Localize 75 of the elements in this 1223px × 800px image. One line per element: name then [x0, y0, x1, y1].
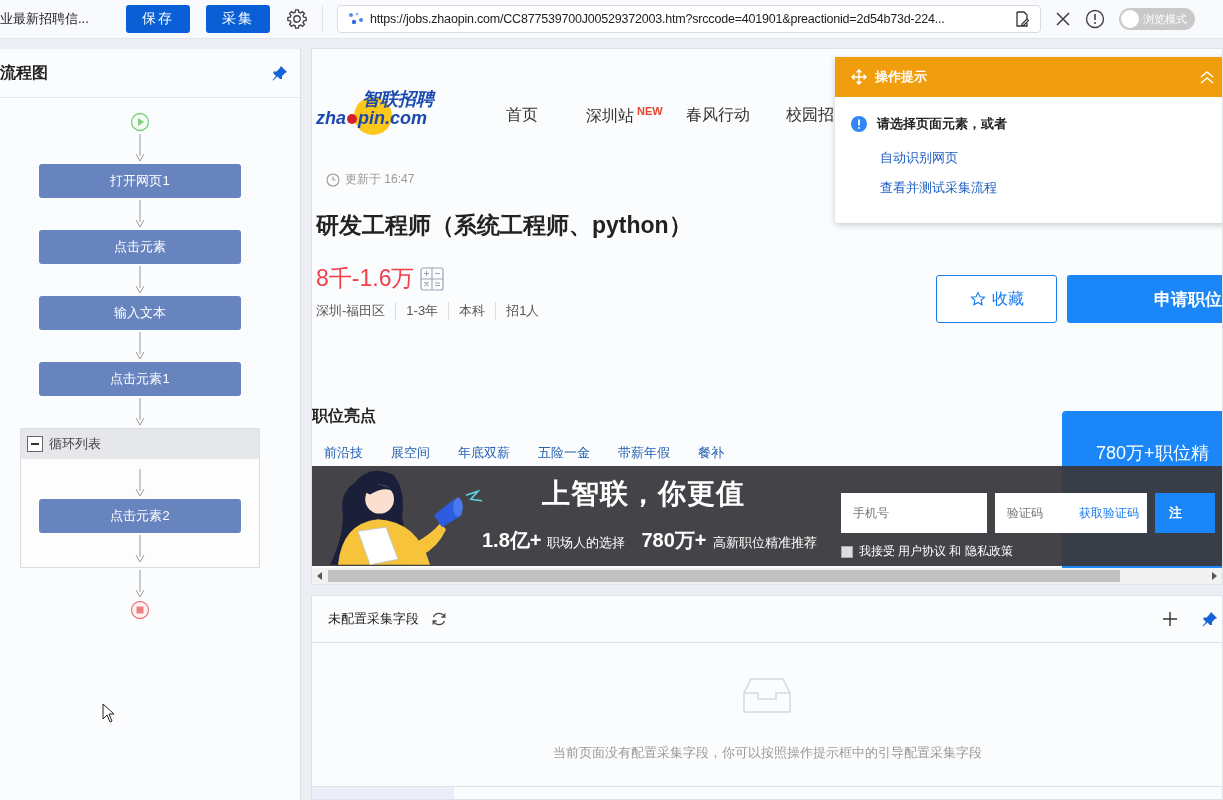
job-detail: 招1人: [495, 302, 550, 320]
popup-link[interactable]: 自动识别网页: [880, 149, 958, 167]
pin-icon[interactable]: [272, 65, 288, 81]
alert-icon: [851, 116, 867, 132]
refresh-icon[interactable]: [431, 611, 447, 627]
flow-step[interactable]: 输入文本: [39, 296, 241, 330]
highlight-tag: 前沿技: [324, 445, 363, 462]
connector-arrow: [135, 134, 145, 162]
highlight-tag: 餐补: [698, 445, 724, 462]
nav-link[interactable]: 春风行动: [686, 104, 786, 128]
job-detail: 本科: [448, 302, 496, 320]
empty-message: 当前页面没有配置采集字段，你可以按照操作提示框中的引导配置采集字段: [552, 743, 982, 762]
agree-text: 我接受 用户协议 和 隐私政策: [858, 543, 1013, 560]
horizontal-scrollbar[interactable]: [312, 568, 1222, 584]
task-title: 业最新招聘信...: [0, 10, 90, 28]
panel-title: 流程图: [0, 62, 48, 83]
popup-title: 操作提示: [875, 68, 927, 86]
get-code-link[interactable]: 获取验证码: [1078, 504, 1139, 522]
settings-icon[interactable]: [286, 8, 308, 30]
info-icon[interactable]: [1085, 9, 1105, 29]
dots-icon: [348, 12, 364, 26]
edit-page-icon[interactable]: [1014, 11, 1030, 27]
nav-link[interactable]: 深圳站 $^{NEW}$: [586, 104, 686, 128]
phone-field[interactable]: 手机号: [840, 493, 987, 533]
register-button[interactable]: 注: [1154, 493, 1215, 533]
connector-arrow: [135, 398, 145, 426]
add-icon[interactable]: [1162, 611, 1178, 627]
connector-arrow: [135, 332, 145, 360]
update-time: 更新于 16:47: [345, 171, 415, 188]
nav-link[interactable]: 首页: [506, 104, 586, 128]
star-icon: [969, 291, 986, 307]
save-button[interactable]: 保存: [126, 5, 190, 33]
loop-header[interactable]: 循环列表: [21, 429, 259, 459]
connector-arrow: [135, 266, 145, 294]
connector-arrow: [135, 469, 145, 497]
code-field[interactable]: 验证码 获取验证码: [994, 493, 1147, 533]
end-icon[interactable]: [130, 600, 150, 620]
popup-message: 请选择页面元素，或者: [877, 115, 1007, 133]
banner-headline: 上智联，你更值: [542, 477, 746, 511]
flow-step[interactable]: 点击元素1: [39, 362, 241, 396]
highlight-tag: 展空间: [391, 445, 430, 462]
highlight-tag: 带薪年假: [618, 445, 670, 462]
favorite-button[interactable]: 收藏: [936, 275, 1057, 323]
flow-step[interactable]: 点击元素2: [39, 499, 241, 533]
clock-icon: [326, 172, 340, 187]
empty-inbox-icon: [743, 677, 791, 714]
section-title: 职位亮点: [312, 406, 377, 426]
flow-step[interactable]: 打开网页1: [39, 164, 241, 198]
start-icon[interactable]: [130, 112, 150, 132]
connector-arrow: [135, 200, 145, 228]
job-detail: 1-3年: [395, 302, 449, 320]
stat-value: 1.8亿+: [482, 528, 542, 553]
highlight-tag: 年底双薪: [458, 445, 510, 462]
job-title: 研发工程师（系统工程师、python）: [316, 211, 693, 240]
flow-step[interactable]: 点击元素: [39, 230, 241, 264]
connector-arrow: [135, 535, 145, 563]
stat-caption: 职场人的选择: [547, 535, 626, 552]
pin-icon[interactable]: [1202, 611, 1218, 627]
url-field[interactable]: https://jobs.zhaopin.com/CC877539700J00529372003.htm?srccode=401901&preactionid=2d54b73d-224...: [337, 5, 1041, 33]
collect-button[interactable]: 采集: [206, 5, 270, 33]
connector-arrow: [135, 570, 145, 598]
apply-button[interactable]: 申请职位: [1067, 275, 1222, 323]
popup-link[interactable]: 查看并测试采集流程: [880, 179, 997, 197]
panel-title: 未配置采集字段: [328, 610, 419, 628]
stat-caption: 高新职位精准推荐: [712, 535, 817, 552]
mouse-cursor-icon: [102, 703, 116, 723]
job-detail: 深圳-福田区: [316, 302, 387, 320]
highlight-tag: 五险一金: [538, 445, 590, 462]
agree-checkbox[interactable]: [840, 545, 853, 558]
close-icon[interactable]: [1055, 11, 1071, 27]
stat-value: 780万+: [641, 528, 707, 553]
scroll-left-icon[interactable]: [316, 572, 324, 580]
scroll-right-icon[interactable]: [1210, 572, 1218, 580]
promo-text: 780万+职位精: [1096, 443, 1209, 463]
salary: 8千-1.6万: [316, 264, 415, 293]
